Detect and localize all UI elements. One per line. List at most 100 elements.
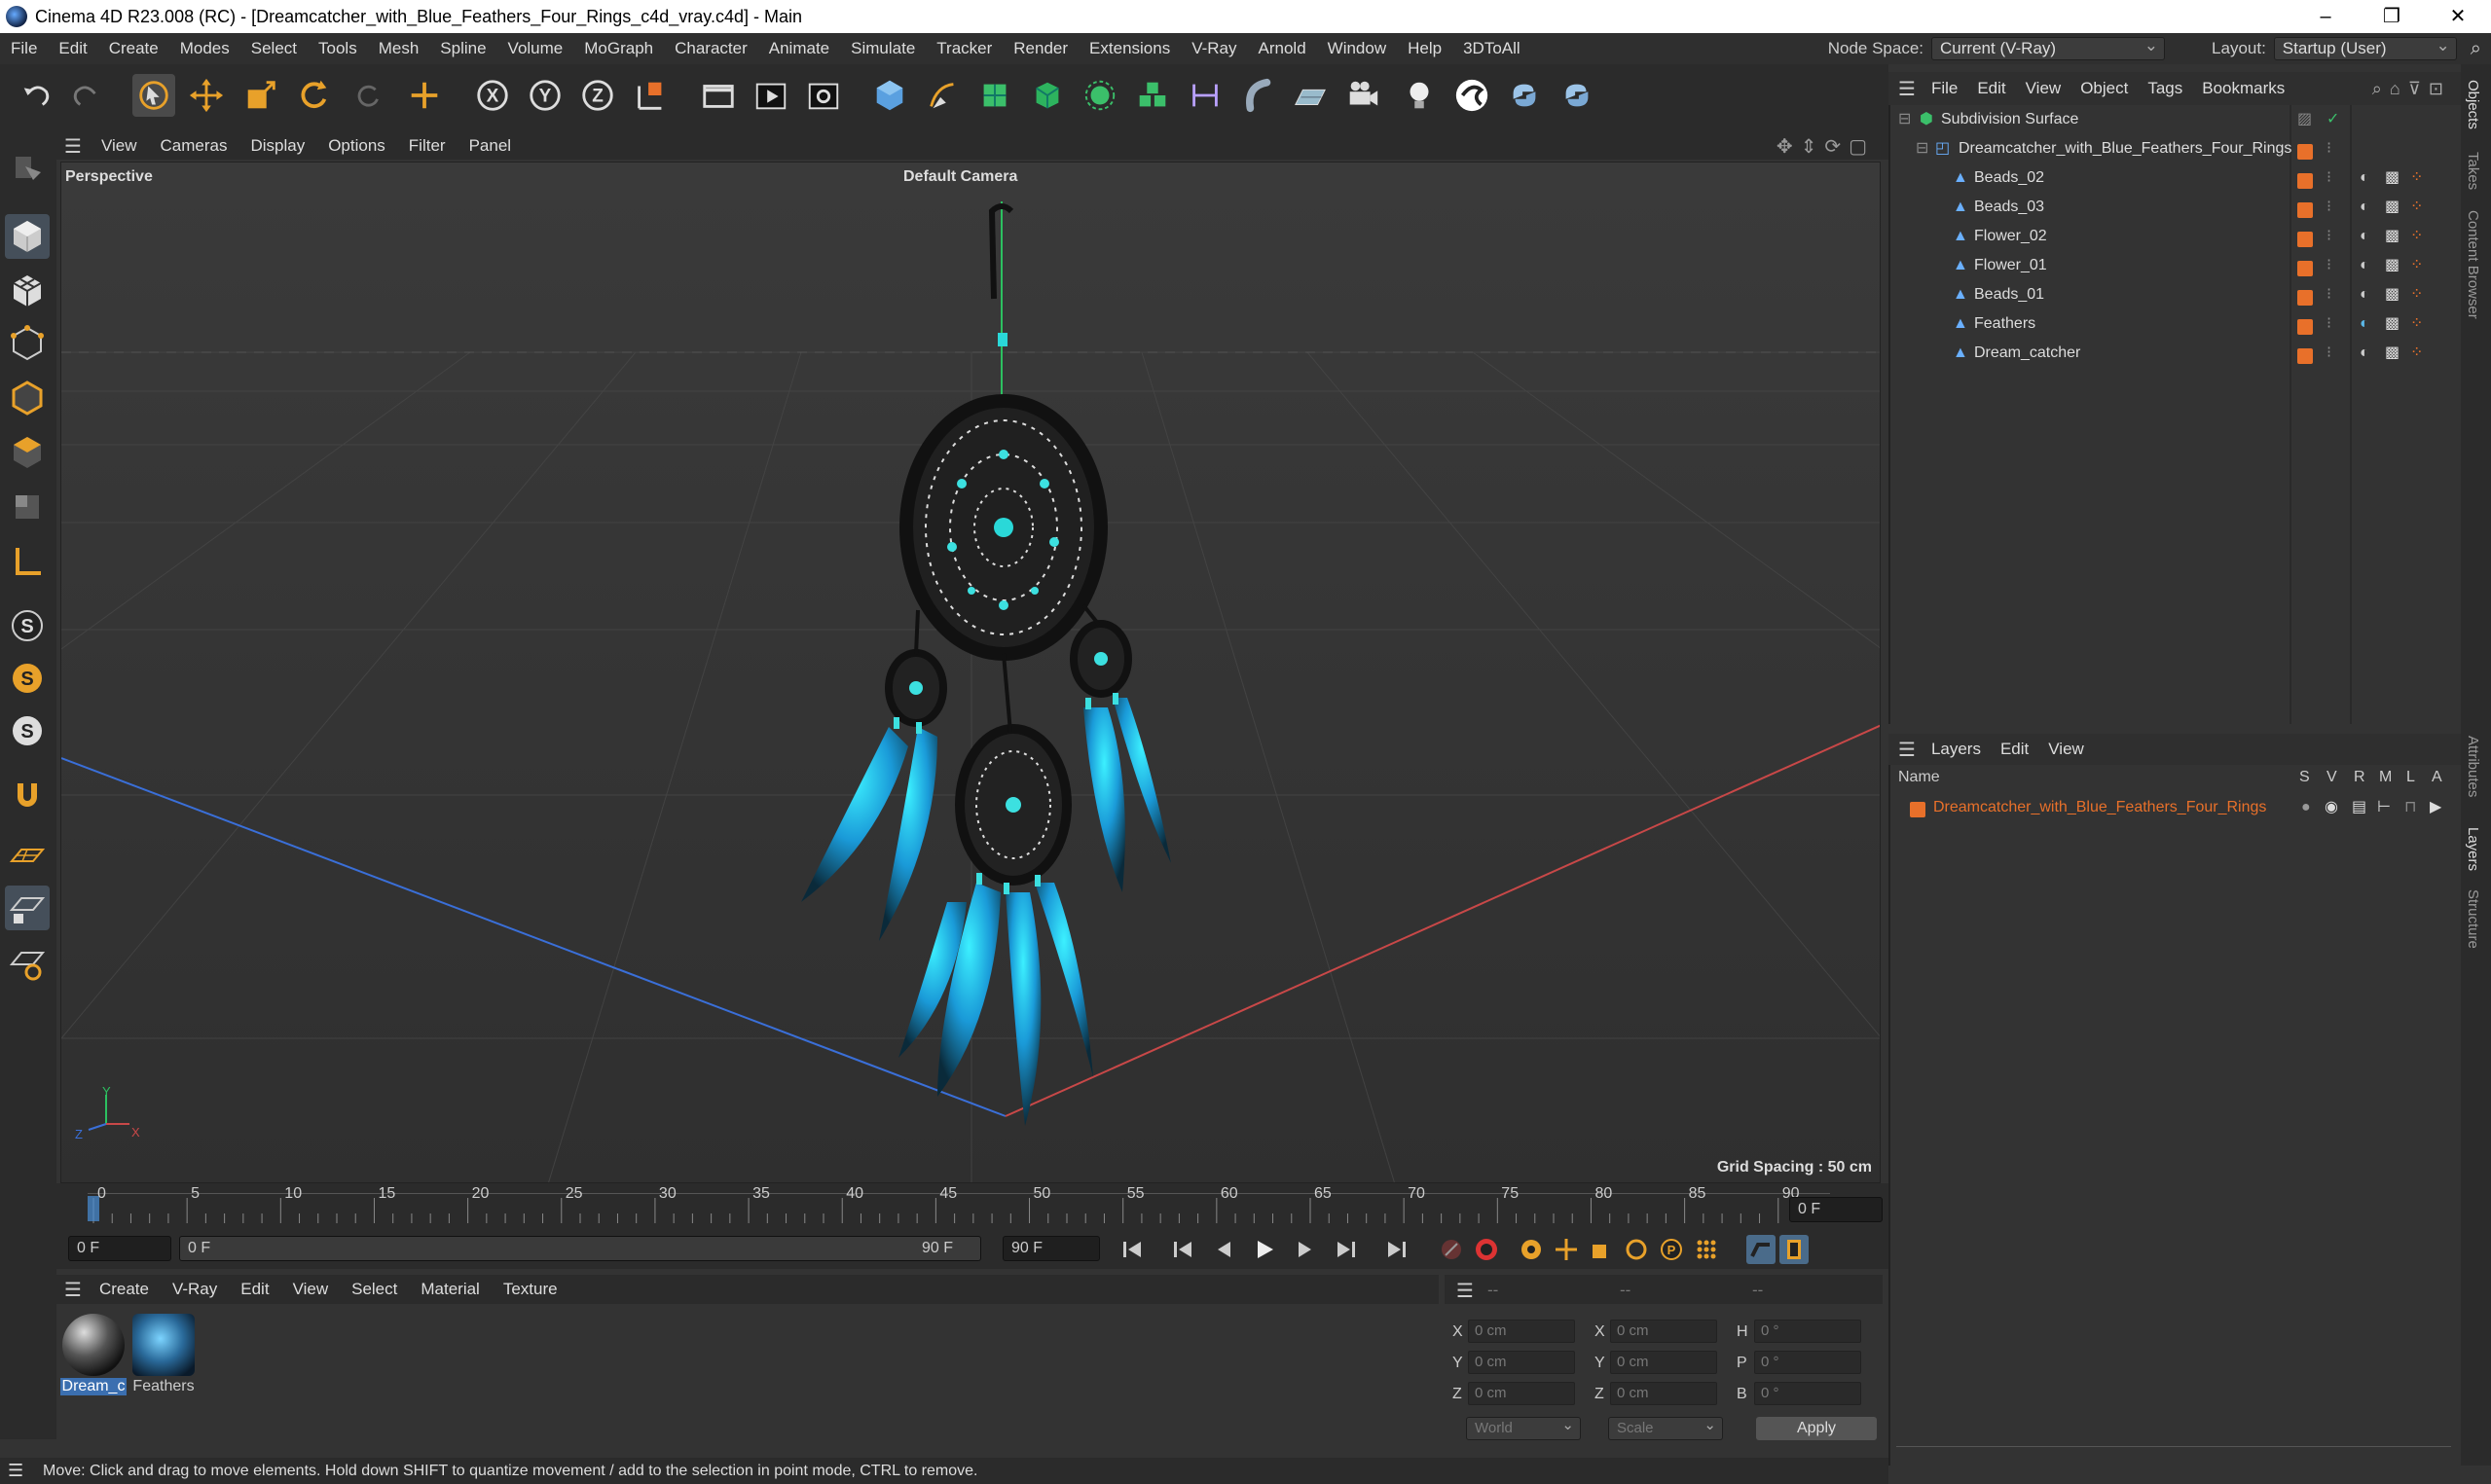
manager-tree-icon[interactable]: ⊢ [2377,794,2391,821]
tab-attributes[interactable]: Attributes [2465,736,2481,797]
texture-tag-icon[interactable]: ▩ [2385,280,2399,309]
menu-window[interactable]: Window [1317,39,1397,58]
vray-tag-icon[interactable]: ⁘ [2410,222,2423,251]
hamburger-icon[interactable]: ☰ [64,134,82,159]
move-icon[interactable] [185,74,228,117]
add-icon[interactable] [403,74,446,117]
menu-select[interactable]: Select [240,39,308,58]
viewport-menu-display[interactable]: Display [238,136,316,156]
menu-animate[interactable]: Animate [758,39,840,58]
prev-keyframe-icon[interactable] [1168,1235,1197,1264]
make-editable-icon[interactable] [5,144,50,189]
object-row[interactable]: ▲ Beads_02 ⁝ ◐ ▩ ⁘ [1890,163,2463,193]
render-region-icon[interactable] [697,74,740,117]
texture-tag-icon[interactable]: ▩ [2385,339,2399,368]
texture-tag-icon[interactable]: ▩ [2385,222,2399,251]
vray-icon[interactable] [1450,74,1493,117]
material-tag-icon[interactable]: ◐ [2360,222,2369,251]
menu-simulate[interactable]: Simulate [840,39,926,58]
material-swatch[interactable]: Dream_c [60,1314,127,1395]
viewport-nav-icons[interactable]: ✥⇕⟳▢ [1777,134,1875,159]
material-tag-icon[interactable]: ◐ [2360,280,2369,309]
eye-icon[interactable]: ◉ [2325,794,2338,821]
key-rotation-icon[interactable] [1622,1235,1651,1264]
next-keyframe-icon[interactable] [1332,1235,1361,1264]
go-to-end-icon[interactable] [1382,1235,1411,1264]
object-row[interactable]: ▲ Feathers ⁝ ◐ ▩ ⁘ [1890,309,2463,339]
viewport-menu-view[interactable]: View [90,136,149,156]
object-row[interactable]: ▲ Flower_02 ⁝ ◐ ▩ ⁘ [1890,222,2463,251]
menu-help[interactable]: Help [1397,39,1452,58]
column-solo[interactable]: S [2299,769,2310,786]
object-row[interactable]: ⊟ ⬢ Subdivision Surface ▨ ✓ [1890,105,2463,134]
material-menu-create[interactable]: Create [88,1280,161,1299]
hamburger-icon[interactable]: ☰ [1898,77,1916,101]
menu-tracker[interactable]: Tracker [926,39,1003,58]
vray-tag-icon[interactable]: ⁘ [2410,193,2423,222]
visibility-dots-icon[interactable]: ⁝ [2326,339,2331,368]
polygons-mode-icon[interactable] [5,430,50,475]
menu-render[interactable]: Render [1003,39,1079,58]
layer-color-icon[interactable] [1910,800,1925,827]
hamburger-icon[interactable]: ☰ [8,1458,23,1484]
timeline-window-icon[interactable] [1779,1235,1809,1264]
visibility-dots-icon[interactable]: ⁝ [2326,134,2331,163]
column-render[interactable]: R [2354,769,2365,786]
material-tag-icon[interactable]: ◐ [2360,163,2369,193]
snap-icon[interactable] [5,771,50,815]
deformer-bend-icon[interactable] [1236,74,1279,117]
model-mode-icon[interactable] [5,214,50,259]
rot-h-field[interactable]: 0 ° [1754,1320,1861,1343]
y-axis-icon[interactable]: Y [524,74,567,117]
menu-spline[interactable]: Spline [429,39,496,58]
start-frame-field[interactable]: 0 F [68,1236,171,1261]
rotate-icon[interactable] [292,74,335,117]
menu-tools[interactable]: Tools [308,39,368,58]
object-row[interactable]: ⊟ ◰ Dreamcatcher_with_Blue_Feathers_Four… [1890,134,2463,163]
layer-row[interactable]: Dreamcatcher_with_Blue_Feathers_Four_Rin… [1890,794,2463,821]
play-icon[interactable] [1250,1235,1279,1264]
tab-layers[interactable]: Layers [2465,827,2481,871]
texture-tag-icon[interactable]: ▩ [2385,309,2399,339]
hamburger-icon[interactable]: ☰ [1898,738,1916,762]
menu-vray[interactable]: V-Ray [1181,39,1247,58]
go-to-start-icon[interactable] [1117,1235,1147,1264]
om-menu-edit[interactable]: Edit [1967,79,2015,98]
tab-takes[interactable]: Takes [2465,152,2481,190]
pen-icon[interactable] [921,74,964,117]
edges-mode-icon[interactable] [5,376,50,420]
uv-mode-icon[interactable] [5,485,50,529]
visibility-dots-icon[interactable]: ⁝ [2326,251,2331,280]
column-name[interactable]: Name [1898,769,1940,786]
material-menu-select[interactable]: Select [340,1280,409,1299]
cube-icon[interactable] [868,74,911,117]
viewport-menu-filter[interactable]: Filter [397,136,458,156]
solo-dot-icon[interactable]: ● [2301,794,2311,821]
material-tag-icon[interactable]: ◐ [2360,193,2369,222]
texture-mode-icon[interactable] [5,269,50,313]
deformer-icon[interactable] [1184,74,1227,117]
column-locked[interactable]: L [2406,769,2415,786]
layers-menu-edit[interactable]: Edit [1991,740,2038,759]
om-menu-tags[interactable]: Tags [2138,79,2192,98]
layers-menu-view[interactable]: View [2038,740,2094,759]
recent-tool-icon[interactable] [347,74,389,117]
workplane-rotate-icon[interactable] [5,940,50,985]
menu-file[interactable]: File [0,39,48,58]
record-icon[interactable] [1437,1235,1466,1264]
column-manager[interactable]: M [2379,769,2392,786]
solo-off-icon[interactable]: S [5,708,50,753]
pos-z-field[interactable]: 0 cm [1468,1382,1575,1405]
current-frame-field[interactable]: 0 F [1789,1197,1883,1222]
visibility-dots-icon[interactable]: ⁝ [2326,222,2331,251]
next-frame-icon[interactable] [1291,1235,1320,1264]
viewport-menu-options[interactable]: Options [316,136,397,156]
om-menu-view[interactable]: View [2016,79,2071,98]
node-space-dropdown[interactable]: Current (V-Ray) [1931,35,2166,60]
object-row[interactable]: ▲ Dream_catcher ⁝ ◐ ▩ ⁘ [1890,339,2463,368]
vray-tag-icon[interactable]: ⁘ [2410,251,2423,280]
cloner-icon[interactable] [1079,74,1121,117]
om-menu-object[interactable]: Object [2070,79,2138,98]
material-menu-view[interactable]: View [281,1280,341,1299]
object-row[interactable]: ▲ Flower_01 ⁝ ◐ ▩ ⁘ [1890,251,2463,280]
